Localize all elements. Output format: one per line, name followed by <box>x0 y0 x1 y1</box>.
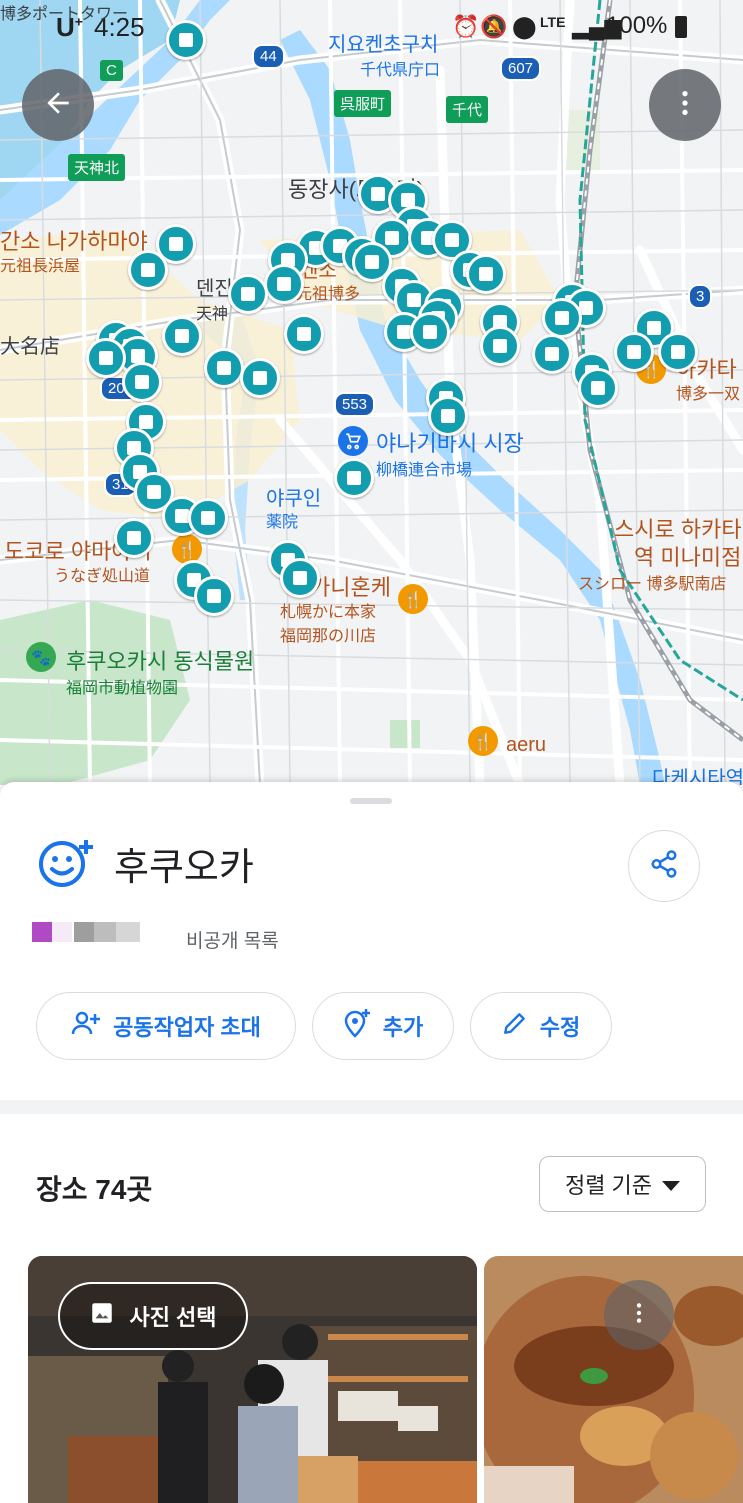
share-icon <box>649 849 679 883</box>
pencil-icon <box>502 1010 528 1042</box>
more-vert-icon <box>669 87 701 123</box>
places-count: 장소 74곳 <box>36 1174 153 1205</box>
saved-place-marker[interactable] <box>166 20 206 60</box>
map-label: 天神北 <box>68 154 126 181</box>
invite-collaborator-button[interactable]: 공동작업자 초대 <box>36 992 296 1060</box>
map-label: スシロー 博多駅南店 <box>578 576 727 593</box>
map-label: 元祖長浜屋 <box>0 258 81 275</box>
map-label: 福岡那の川店 <box>280 628 377 645</box>
map-label: 역 미나미점 <box>634 545 742 570</box>
place-photo-card[interactable] <box>484 1256 743 1503</box>
edit-list-button[interactable]: 수정 <box>470 992 612 1060</box>
battery-icon <box>675 16 687 38</box>
more-vert-icon <box>626 1300 652 1330</box>
map-label: 千代 <box>446 96 489 123</box>
map-label: 柳橋連合市場 <box>376 462 473 479</box>
network-type: LTE <box>540 14 566 30</box>
mute-icon: 🔕 <box>480 14 508 39</box>
saved-place-marker[interactable] <box>466 254 506 294</box>
saved-place-marker[interactable] <box>614 332 654 372</box>
image-icon <box>89 1300 115 1332</box>
visibility-label: 비공개 목록 <box>186 931 279 952</box>
photo-more-button[interactable] <box>604 1280 674 1350</box>
route-sign: 44 <box>252 44 285 69</box>
select-photo-button[interactable]: 사진 선택 <box>58 1282 248 1350</box>
shopping-cart-icon[interactable] <box>338 426 368 456</box>
drag-handle[interactable] <box>350 798 392 804</box>
restaurant-icon[interactable]: 🍴 <box>468 726 498 756</box>
map-label: うなぎ処山道 <box>54 568 151 585</box>
zoo-icon[interactable]: 🐾 <box>26 642 56 672</box>
map-label: 博多一双 <box>676 386 741 403</box>
select-photo-label: 사진 선택 <box>129 1305 217 1330</box>
map-label: 呉服町 <box>334 90 392 117</box>
saved-place-marker[interactable] <box>658 332 698 372</box>
map-label: 야쿠인 <box>266 488 322 510</box>
share-button[interactable] <box>628 830 700 902</box>
saved-place-marker[interactable] <box>428 396 468 436</box>
saved-place-marker[interactable] <box>194 576 234 616</box>
map-label: 지요켄초구치 <box>328 34 439 56</box>
map-label: 福岡市動植物園 <box>66 680 179 697</box>
map-label: 大名店 <box>0 336 60 358</box>
restaurant-icon[interactable]: 🍴 <box>398 584 428 614</box>
add-label: 추가 <box>382 1015 424 1040</box>
saved-place-marker[interactable] <box>410 312 450 352</box>
location-icon: ⬤ <box>512 14 537 39</box>
saved-place-marker[interactable] <box>280 558 320 598</box>
map-label: 博多ポートタワー <box>0 6 129 23</box>
saved-place-marker[interactable] <box>334 458 374 498</box>
saved-place-marker[interactable] <box>128 250 168 290</box>
saved-place-marker[interactable] <box>578 368 618 408</box>
saved-place-marker[interactable] <box>162 316 202 356</box>
map-label: 薬院 <box>266 514 299 531</box>
more-options-button[interactable] <box>649 69 721 141</box>
saved-place-marker[interactable] <box>264 264 304 304</box>
sort-button[interactable]: 정렬 기준 <box>539 1156 706 1212</box>
battery-percent: 100% <box>606 12 668 39</box>
invite-label: 공동작업자 초대 <box>113 1015 261 1040</box>
place-photo-card[interactable]: 사진 선택 <box>28 1256 477 1503</box>
saved-place-marker[interactable] <box>542 298 582 338</box>
route-sign: 553 <box>334 392 376 417</box>
back-button[interactable] <box>22 69 94 141</box>
saved-place-marker[interactable] <box>240 358 280 398</box>
caret-down-icon <box>662 1171 681 1197</box>
saved-place-marker[interactable] <box>284 314 324 354</box>
add-place-icon <box>343 1008 371 1044</box>
section-divider <box>0 1100 743 1114</box>
map-label: 후쿠오카시 동식물원 <box>66 649 255 674</box>
map-label: 札幌かに本家 <box>280 604 377 621</box>
sort-label: 정렬 기준 <box>564 1173 653 1198</box>
person-add-icon <box>71 1010 101 1042</box>
arrow-back-icon <box>42 87 74 123</box>
list-bottom-sheet: 후쿠오카 비공개 목록 공동작업자 초대 추가 수정 장소 74곳 정렬 기준 <box>0 782 743 1503</box>
saved-place-marker[interactable] <box>204 348 244 388</box>
saved-place-marker[interactable] <box>480 326 520 366</box>
smiley-add-icon <box>38 838 96 888</box>
edit-label: 수정 <box>539 1015 581 1040</box>
route-sign: 607 <box>500 56 542 81</box>
map-label: 元祖博多 <box>296 286 361 303</box>
saved-place-marker[interactable] <box>122 362 162 402</box>
saved-place-marker[interactable] <box>86 338 126 378</box>
owner-avatar-blurred <box>32 922 140 942</box>
list-title: 후쿠오카 <box>114 847 254 889</box>
alarm-icon: ⏰ <box>452 14 480 39</box>
saved-place-marker[interactable] <box>188 498 228 538</box>
map-label: 千代県庁口 <box>360 62 441 79</box>
saved-place-marker[interactable] <box>114 518 154 558</box>
route-sign: 3 <box>688 284 713 309</box>
map-label: 天神 <box>196 306 229 323</box>
map-view[interactable]: U+ 4:25 ⏰ 🔕 ⬤ LTE ▂▄▆ 100% 博多ポートタワー 지요켄초… <box>0 0 743 785</box>
add-place-button[interactable]: 추가 <box>312 992 454 1060</box>
saved-place-marker[interactable] <box>228 274 268 314</box>
saved-place-marker[interactable] <box>532 334 572 374</box>
map-label: aeru <box>506 734 547 756</box>
map-label: C <box>100 60 123 81</box>
